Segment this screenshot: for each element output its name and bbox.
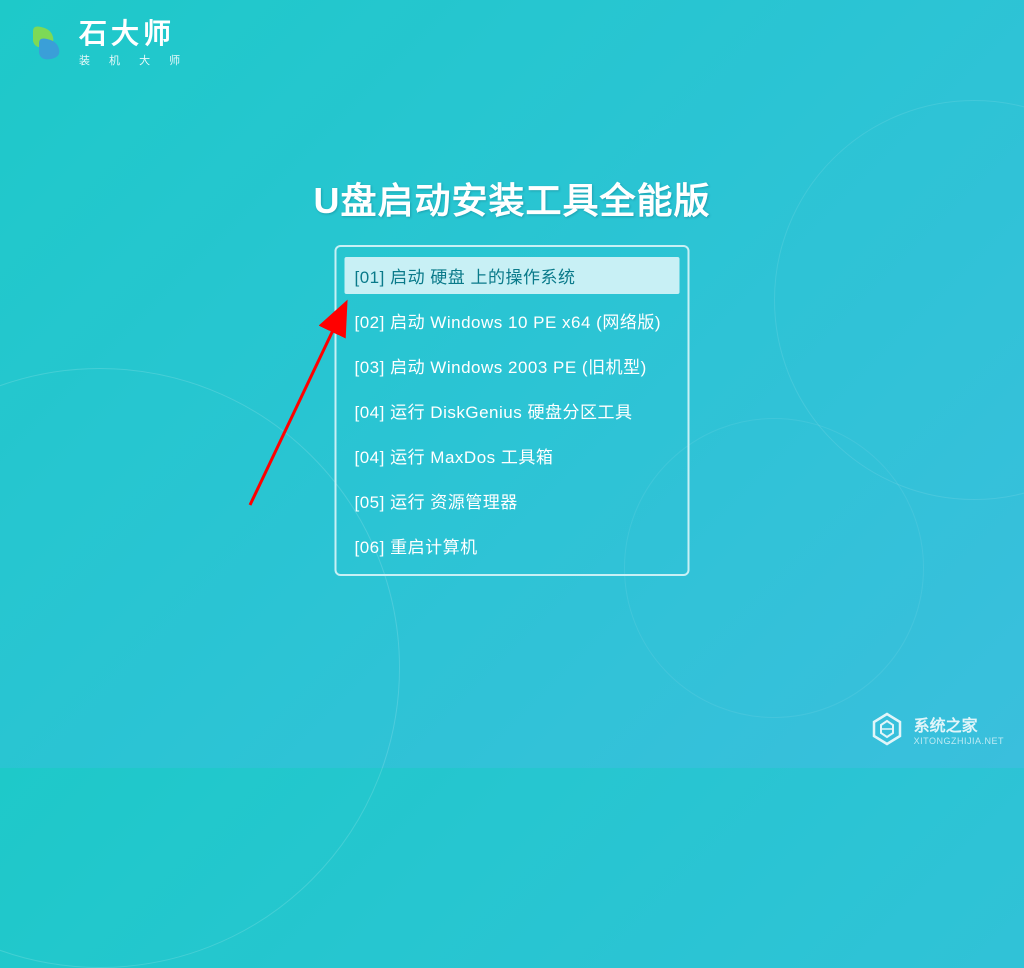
menu-item-explorer[interactable]: [05] 运行 资源管理器 — [345, 482, 680, 519]
watermark-title: 系统之家 — [914, 712, 1004, 736]
boot-menu: [01] 启动 硬盘 上的操作系统 [02] 启动 Windows 10 PE … — [335, 245, 690, 576]
menu-item-boot-hdd[interactable]: [01] 启动 硬盘 上的操作系统 — [345, 257, 680, 294]
watermark: 系统之家 XITONGZHIJIA.NET — [868, 710, 1004, 748]
logo: 石大师 装 机 大 师 — [25, 20, 188, 68]
menu-item-restart[interactable]: [06] 重启计算机 — [345, 527, 680, 564]
watermark-text: 系统之家 XITONGZHIJIA.NET — [914, 712, 1004, 746]
menu-item-maxdos[interactable]: [04] 运行 MaxDos 工具箱 — [345, 437, 680, 474]
menu-item-win10-pe[interactable]: [02] 启动 Windows 10 PE x64 (网络版) — [345, 302, 680, 339]
logo-subtitle: 装 机 大 师 — [79, 52, 188, 68]
page-title: U盘启动安装工具全能版 — [314, 172, 711, 224]
logo-icon — [25, 23, 67, 65]
menu-item-diskgenius[interactable]: [04] 运行 DiskGenius 硬盘分区工具 — [345, 392, 680, 429]
logo-title: 石大师 — [79, 20, 188, 48]
logo-text: 石大师 装 机 大 师 — [79, 20, 188, 68]
watermark-url: XITONGZHIJIA.NET — [914, 736, 1004, 746]
watermark-icon — [868, 710, 906, 748]
menu-item-win2003-pe[interactable]: [03] 启动 Windows 2003 PE (旧机型) — [345, 347, 680, 384]
